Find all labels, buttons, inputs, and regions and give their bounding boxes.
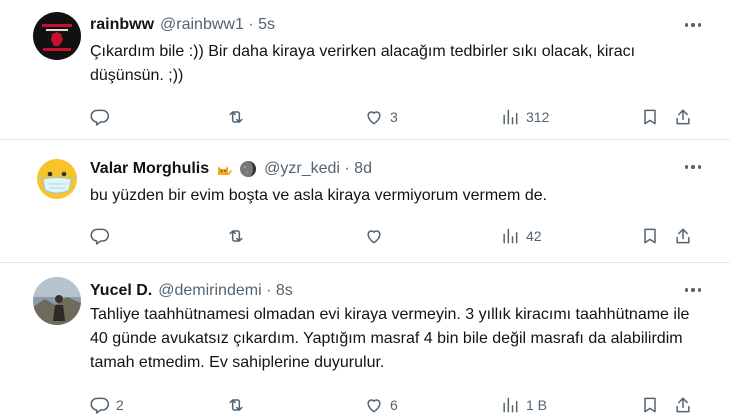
avatar[interactable] (33, 155, 81, 203)
author-name[interactable]: Valar Morghulis (90, 160, 209, 178)
more-options-icon[interactable] (680, 156, 706, 178)
author-name[interactable]: rainbww (90, 16, 154, 34)
reply-icon (90, 109, 110, 126)
view-count: 312 (526, 109, 550, 125)
retweet-icon (229, 399, 243, 411)
share-icon (676, 397, 690, 413)
more-options-icon[interactable] (680, 279, 706, 301)
bookmark-button[interactable] (640, 105, 660, 129)
tweet-text: Tahliye taahhütnamesi olmadan evi kiraya… (90, 306, 690, 371)
share-button[interactable] (673, 393, 693, 417)
views-button[interactable]: 312 (500, 105, 549, 129)
bookmark-icon (644, 397, 656, 413)
retweet-button[interactable] (226, 393, 252, 417)
heart-icon (367, 230, 381, 244)
like-count: 6 (390, 397, 398, 413)
tweet-text: Çıkardım bile :)) Bir daha kiraya verirk… (90, 43, 636, 84)
name-emojis (215, 159, 258, 179)
reply-button[interactable]: 2 (90, 393, 124, 417)
author-handle[interactable]: @yzr_kedi · 8d (264, 160, 372, 178)
retweet-icon (229, 230, 243, 242)
like-button[interactable] (364, 224, 390, 248)
heart-icon (367, 399, 381, 413)
analytics-icon (503, 397, 518, 413)
views-button[interactable]: 42 (500, 224, 542, 248)
tweet[interactable]: Valar Morghulis @yzr_kedi · 8d bu yüzden… (0, 140, 730, 263)
moon-emoji-icon (240, 161, 257, 177)
share-button[interactable] (673, 105, 693, 129)
retweet-button[interactable] (226, 105, 252, 129)
heart-icon (367, 111, 381, 125)
avatar[interactable] (33, 277, 81, 325)
avatar[interactable] (33, 12, 81, 60)
author-handle[interactable]: @rainbww1 · 5s (160, 16, 275, 34)
like-button[interactable]: 3 (364, 105, 398, 129)
tweet[interactable]: rainbww @rainbww1 · 5s Çıkardım bile :))… (0, 0, 730, 140)
share-icon (676, 109, 690, 125)
tweet-text: bu yüzden bir evim boşta ve asla kiraya … (90, 187, 548, 204)
bookmark-button[interactable] (640, 224, 660, 248)
share-button[interactable] (673, 224, 693, 248)
share-icon (676, 228, 690, 244)
tweet-actions: 3 312 (90, 105, 702, 129)
reply-icon (90, 397, 110, 414)
bookmark-button[interactable] (640, 393, 660, 417)
author-handle[interactable]: @demirindemi · 8s (158, 282, 293, 300)
retweet-icon (229, 111, 243, 123)
cat-emoji-icon (218, 166, 233, 175)
tweet-actions: 2 6 1 B (90, 393, 702, 417)
view-count: 1 B (526, 397, 548, 413)
tweet-actions: 42 (90, 224, 702, 248)
analytics-icon (503, 109, 518, 125)
retweet-button[interactable] (226, 224, 252, 248)
analytics-icon (503, 228, 518, 244)
bookmark-icon (644, 109, 656, 125)
reply-button[interactable] (90, 105, 116, 129)
views-button[interactable]: 1 B (500, 393, 547, 417)
reply-button[interactable] (90, 224, 116, 248)
more-options-icon[interactable] (680, 14, 706, 36)
reply-count: 2 (116, 397, 124, 413)
like-count: 3 (390, 109, 398, 125)
author-name[interactable]: Yucel D. (90, 282, 152, 300)
like-button[interactable]: 6 (364, 393, 398, 417)
bookmark-icon (644, 228, 656, 244)
reply-icon (90, 228, 110, 245)
view-count: 42 (526, 228, 542, 244)
tweet[interactable]: Yucel D. @demirindemi · 8s Tahliye taahh… (0, 263, 730, 420)
